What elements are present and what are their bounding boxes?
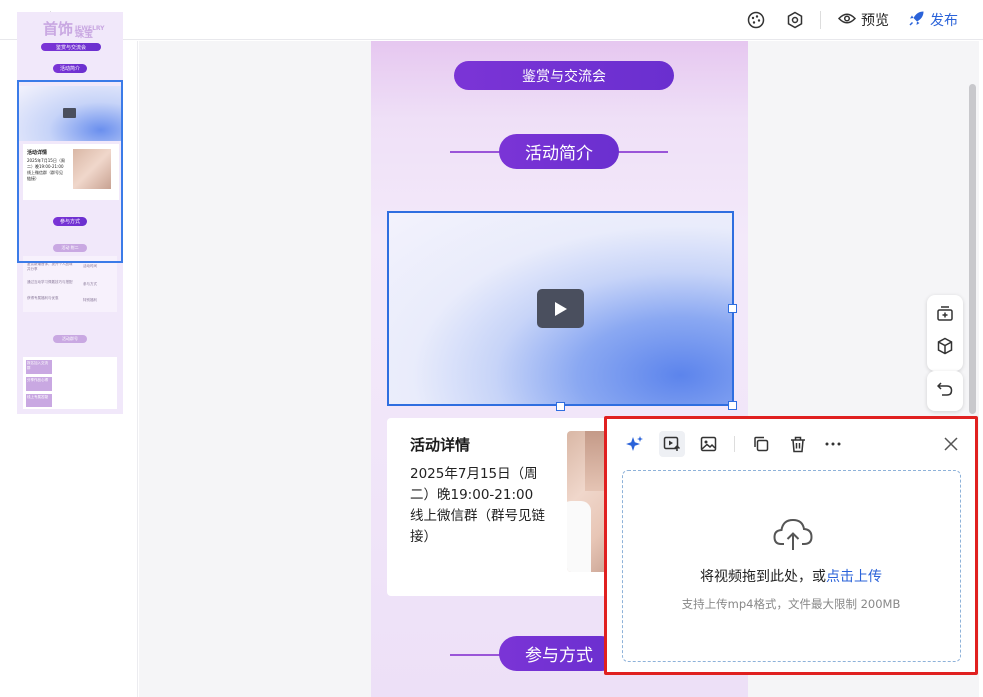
undo-icon — [936, 381, 953, 401]
preview-label: 预览 — [861, 13, 889, 29]
cube-icon[interactable] — [936, 337, 954, 359]
add-section-icon[interactable] — [936, 304, 954, 326]
play-icon[interactable] — [537, 289, 584, 328]
resize-handle-right[interactable] — [728, 304, 737, 313]
thumb-list: 鉴赏新潮首饰，提升个人品味并分享 活动时间 通过互动学习佩戴技巧与搭配 参与方式… — [23, 256, 117, 312]
thumb-list-a2: 获得专属福利与优惠 — [27, 296, 59, 300]
thumb-rows: 报名加入交流群 分享作品心得 线上专属答疑 — [23, 357, 117, 409]
top-toolbar: 预览 发布 — [0, 0, 983, 40]
thumb-brand-sub: 珠宝 — [75, 30, 94, 40]
banner-pill[interactable]: 鉴赏与交流会 — [454, 61, 674, 90]
side-toolbar — [927, 295, 963, 371]
thumb-sec3: 活动群号 — [53, 335, 87, 343]
detail-text: 2025年7月15日（周 二）晚19:00-21:00 线上微信群（群号见链 接… — [410, 464, 545, 548]
upload-cloud-icon — [773, 517, 813, 555]
detail-line: 2025年7月15日（周 — [410, 466, 538, 482]
intro-right-line — [618, 151, 668, 153]
thumb-row-0: 报名加入交流群 — [26, 360, 52, 374]
intro-left-line — [450, 151, 500, 153]
drop-instruction: 将视频拖到此处，或点击上传 — [623, 566, 959, 586]
detail-line: 二）晚19:00-21:00 — [410, 487, 534, 503]
publish-label: 发布 — [930, 13, 958, 29]
thumb-row-1: 分享作品心得 — [26, 377, 52, 391]
thumb-list-b1: 参与方式 — [83, 282, 97, 286]
detail-title: 活动详情 — [410, 436, 471, 454]
preview-button[interactable]: 预览 — [837, 8, 889, 32]
rocket-icon — [908, 10, 925, 31]
thumb-brand-title: 首饰 — [43, 20, 74, 38]
ai-sparkle-icon[interactable] — [622, 431, 648, 457]
video-upload-popup: 将视频拖到此处，或点击上传 支持上传mp4格式，文件最大限制 200MB — [604, 416, 978, 675]
thumb-list-b0: 活动时间 — [83, 264, 97, 268]
more-icon[interactable] — [820, 431, 846, 457]
join-title-pill[interactable]: 参与方式 — [499, 636, 619, 671]
resize-handle-corner[interactable] — [728, 401, 737, 410]
thumb-row-2: 线上专属答疑 — [26, 394, 52, 407]
thumb-list-a1: 通过互动学习佩戴技巧与搭配 — [27, 280, 73, 284]
publish-button[interactable]: 发布 — [908, 8, 958, 32]
video-drop-zone[interactable]: 将视频拖到此处，或点击上传 支持上传mp4格式，文件最大限制 200MB — [622, 470, 961, 662]
eye-icon — [837, 12, 857, 29]
canvas-scrollbar[interactable] — [969, 84, 976, 414]
copy-icon[interactable] — [748, 431, 774, 457]
thumb-banner: 鉴赏与交流会 — [41, 43, 101, 51]
upload-hint: 支持上传mp4格式，文件最大限制 200MB — [681, 597, 901, 611]
toolbar-divider — [820, 11, 821, 29]
thumb-list-b2: 特别福利 — [83, 298, 97, 302]
thumbnail-selection-frame — [17, 80, 123, 263]
undo-button[interactable] — [927, 371, 963, 411]
settings-icon[interactable] — [784, 9, 806, 31]
drop-text: 将视频拖到此处，或 — [700, 569, 826, 585]
replace-video-icon[interactable] — [659, 431, 685, 457]
intro-title-pill[interactable]: 活动简介 — [499, 134, 619, 169]
resize-handle-bottom[interactable] — [556, 402, 565, 411]
detail-line: 接） — [410, 529, 437, 545]
detail-line: 线上微信群（群号见链 — [410, 508, 545, 524]
image-icon[interactable] — [695, 431, 721, 457]
palette-icon[interactable] — [745, 9, 767, 31]
thumb-intro: 活动简介 — [53, 64, 87, 73]
click-upload-link[interactable]: 点击上传 — [826, 569, 882, 585]
popup-divider — [734, 436, 735, 452]
join-left-line — [450, 654, 500, 656]
thumb-list-a0: 鉴赏新潮首饰，提升个人品味并分享 — [27, 262, 73, 271]
close-icon[interactable] — [938, 431, 964, 457]
delete-icon[interactable] — [785, 431, 811, 457]
